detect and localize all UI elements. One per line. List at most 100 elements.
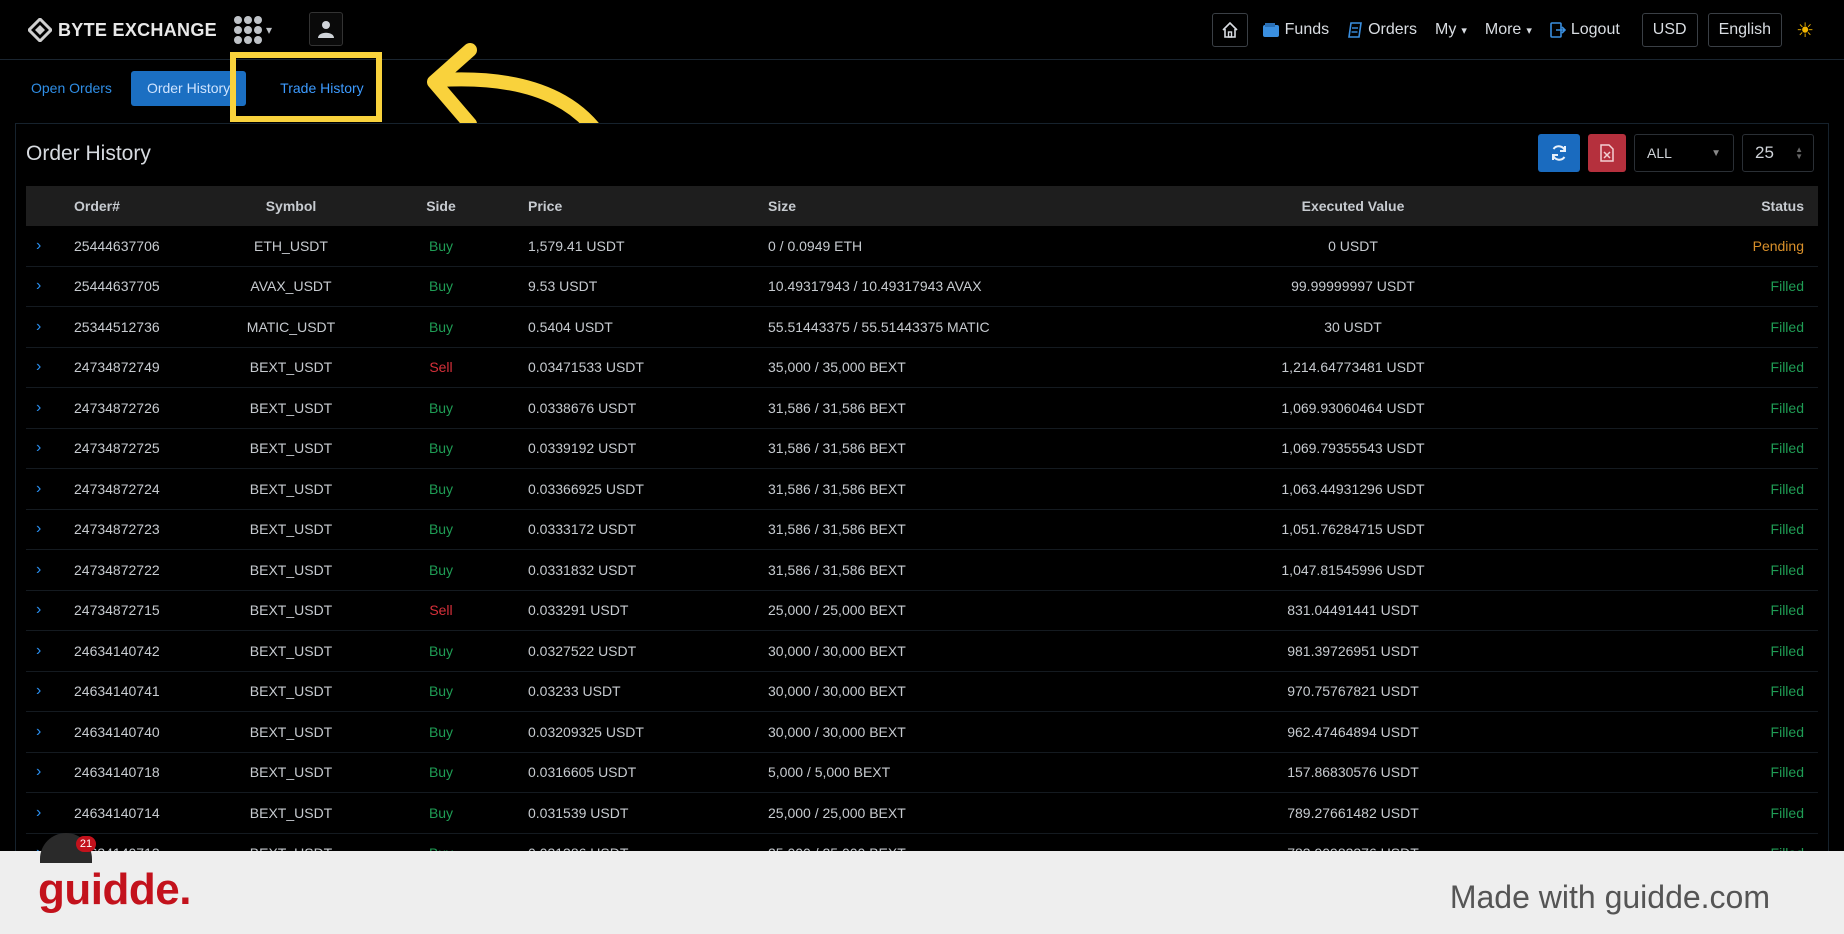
expand-chevron-icon[interactable]: ›	[26, 399, 66, 417]
table-row[interactable]: › 24734872722 BEXT_USDT Buy 0.0331832 USDT 31…	[26, 550, 1818, 591]
expand-chevron-icon[interactable]: ›	[26, 682, 66, 700]
header-executed-value[interactable]: Executed Value	[1118, 198, 1588, 214]
apps-menu-button[interactable]: ▾	[234, 16, 272, 44]
table-row[interactable]: › 24634140714 BEXT_USDT Buy 0.031539 USDT 25,…	[26, 793, 1818, 834]
cell-size: 0 / 0.0949 ETH	[768, 237, 863, 254]
tab-order-history[interactable]: Order History	[130, 70, 247, 106]
sun-icon[interactable]: ☀	[1796, 18, 1814, 43]
nav-my-dropdown[interactable]: My ▾	[1431, 21, 1471, 39]
refresh-icon	[1552, 145, 1566, 161]
expand-chevron-icon[interactable]: ›	[26, 804, 66, 822]
cell-order: 25444637706	[74, 237, 160, 254]
cell-size: 25,000 / 25,000 BEXT	[768, 602, 906, 619]
page-size-input[interactable]: 25 ▲ ▼	[1742, 134, 1814, 172]
cell-side: Buy	[428, 642, 454, 659]
cell-status: Filled	[1770, 318, 1804, 335]
expand-chevron-icon[interactable]: ›	[26, 318, 66, 336]
cell-status: Filled	[1770, 278, 1804, 295]
tab-open-orders[interactable]: Open Orders	[22, 71, 121, 106]
expand-chevron-icon[interactable]: ›	[26, 601, 66, 619]
nav-logout[interactable]: Logout	[1546, 21, 1624, 39]
cell-order: 24734872724	[74, 480, 160, 497]
brand[interactable]: BYTE EXCHANGE	[28, 16, 217, 44]
table-row[interactable]: › 24734872724 BEXT_USDT Buy 0.03366925 USDT 3…	[26, 469, 1818, 510]
caret-down-icon: ▼	[1711, 147, 1721, 159]
cell-size: 35,000 / 35,000 BEXT	[768, 359, 906, 376]
language-selector[interactable]: English	[1707, 13, 1783, 47]
header-status[interactable]: Status	[1588, 198, 1818, 214]
user-profile-button[interactable]	[309, 12, 343, 46]
table-row[interactable]: › 25444637706 ETH_USDT Buy 1,579.41 USDT 0 / …	[26, 226, 1818, 267]
expand-chevron-icon[interactable]: ›	[26, 237, 66, 255]
cell-side: Sell	[429, 359, 453, 376]
expand-chevron-icon[interactable]: ›	[26, 561, 66, 579]
table-row[interactable]: › 24734872725 BEXT_USDT Buy 0.0339192 USDT 31…	[26, 429, 1818, 469]
expand-chevron-icon[interactable]: ›	[26, 439, 66, 457]
nav-orders[interactable]: Orders	[1343, 21, 1421, 39]
expand-chevron-icon[interactable]: ›	[26, 763, 66, 781]
cell-order: 24634140740	[74, 723, 160, 740]
excel-icon	[1600, 144, 1614, 162]
cell-status: Filled	[1770, 480, 1804, 497]
header-size[interactable]: Size	[768, 198, 1118, 214]
made-with-text: Made with guidde.com	[1449, 879, 1770, 915]
nav-my-label: My	[1435, 21, 1457, 38]
expand-chevron-icon[interactable]: ›	[26, 480, 66, 498]
expand-chevron-icon[interactable]: ›	[26, 723, 66, 741]
header-price[interactable]: Price	[506, 198, 768, 214]
currency-selector[interactable]: USD	[1641, 13, 1698, 47]
table-row[interactable]: › 24734872726 BEXT_USDT Buy 0.0338676 USDT 31…	[26, 388, 1818, 429]
export-excel-button[interactable]	[1588, 134, 1626, 172]
cell-price: 0.03366925 USDT	[528, 480, 644, 497]
chevron-down-icon: ▾	[266, 23, 273, 37]
table-row[interactable]: › 24634140742 BEXT_USDT Buy 0.0327522 USDT 30…	[26, 631, 1818, 672]
header-order[interactable]: Order#	[66, 198, 206, 214]
header-symbol[interactable]: Symbol	[206, 198, 376, 214]
cell-price: 0.0339192 USDT	[528, 440, 637, 457]
table-header: Order# Symbol Side Price Size Executed V…	[26, 186, 1818, 226]
cell-symbol: BEXT_USDT	[249, 723, 333, 740]
cell-price: 0.0338676 USDT	[528, 399, 637, 416]
nav-right-group: Funds Orders My ▾ More ▾ Logout USD Engl…	[1211, 12, 1814, 48]
expand-chevron-icon[interactable]: ›	[26, 520, 66, 538]
chevron-down-icon: ▾	[1526, 24, 1532, 37]
nav-more-dropdown[interactable]: More ▾	[1481, 21, 1536, 39]
filter-select[interactable]: ALL ▼	[1634, 134, 1734, 172]
cell-size: 10.49317943 / 10.49317943 AVAX	[768, 278, 982, 295]
table-row[interactable]: › 24634140741 BEXT_USDT Buy 0.03233 USDT 30,0…	[26, 672, 1818, 712]
expand-chevron-icon[interactable]: ›	[26, 642, 66, 660]
cell-size: 31,586 / 31,586 BEXT	[768, 440, 906, 457]
table-row[interactable]: › 24634140740 BEXT_USDT Buy 0.03209325 USDT 3…	[26, 712, 1818, 753]
cell-size: 5,000 / 5,000 BEXT	[768, 764, 891, 781]
cell-status: Filled	[1770, 399, 1804, 416]
table-row[interactable]: › 24734872749 BEXT_USDT Sell 0.03471533 USDT…	[26, 348, 1818, 388]
expand-chevron-icon[interactable]: ›	[26, 277, 66, 295]
order-history-table: Order# Symbol Side Price Size Executed V…	[26, 186, 1818, 874]
table-row[interactable]: › 25344512736 MATIC_USDT Buy 0.5404 USDT 55.5…	[26, 307, 1818, 348]
expand-chevron-icon[interactable]: ›	[26, 358, 66, 376]
order-history-panel: Order History ALL ▼ 25 ▲ ▼ Order# Symbol…	[15, 123, 1829, 934]
table-row[interactable]: › 24734872715 BEXT_USDT Sell 0.033291 USDT 25…	[26, 591, 1818, 631]
refresh-button[interactable]	[1538, 134, 1580, 172]
table-row[interactable]: › 24634140718 BEXT_USDT Buy 0.0316605 USDT 5,…	[26, 753, 1818, 793]
chevron-down-icon: ▾	[1461, 24, 1467, 37]
cell-executed-value: 0 USDT	[1328, 237, 1378, 254]
table-row[interactable]: › 24734872723 BEXT_USDT Buy 0.0333172 USDT 31…	[26, 510, 1818, 550]
cell-status: Filled	[1770, 764, 1804, 781]
cell-order: 24634140714	[74, 804, 160, 821]
cell-symbol: BEXT_USDT	[249, 561, 333, 578]
cell-executed-value: 970.75767821 USDT	[1287, 683, 1419, 700]
nav-funds[interactable]: Funds	[1258, 21, 1333, 39]
home-button[interactable]	[1211, 13, 1248, 47]
cell-side: Buy	[428, 521, 454, 538]
cell-executed-value: 99.99999997 USDT	[1291, 278, 1415, 295]
cell-order: 24634140741	[74, 683, 160, 700]
cell-symbol: BEXT_USDT	[249, 480, 333, 497]
highlight-box	[230, 52, 382, 122]
cell-executed-value: 1,069.93060464 USDT	[1281, 399, 1425, 416]
cell-status: Filled	[1770, 723, 1804, 740]
table-row[interactable]: › 25444637705 AVAX_USDT Buy 9.53 USDT 10.4931…	[26, 267, 1818, 307]
guidde-logo: guidde.	[38, 865, 191, 914]
header-side[interactable]: Side	[376, 198, 506, 214]
notification-badge: 21	[76, 836, 96, 852]
